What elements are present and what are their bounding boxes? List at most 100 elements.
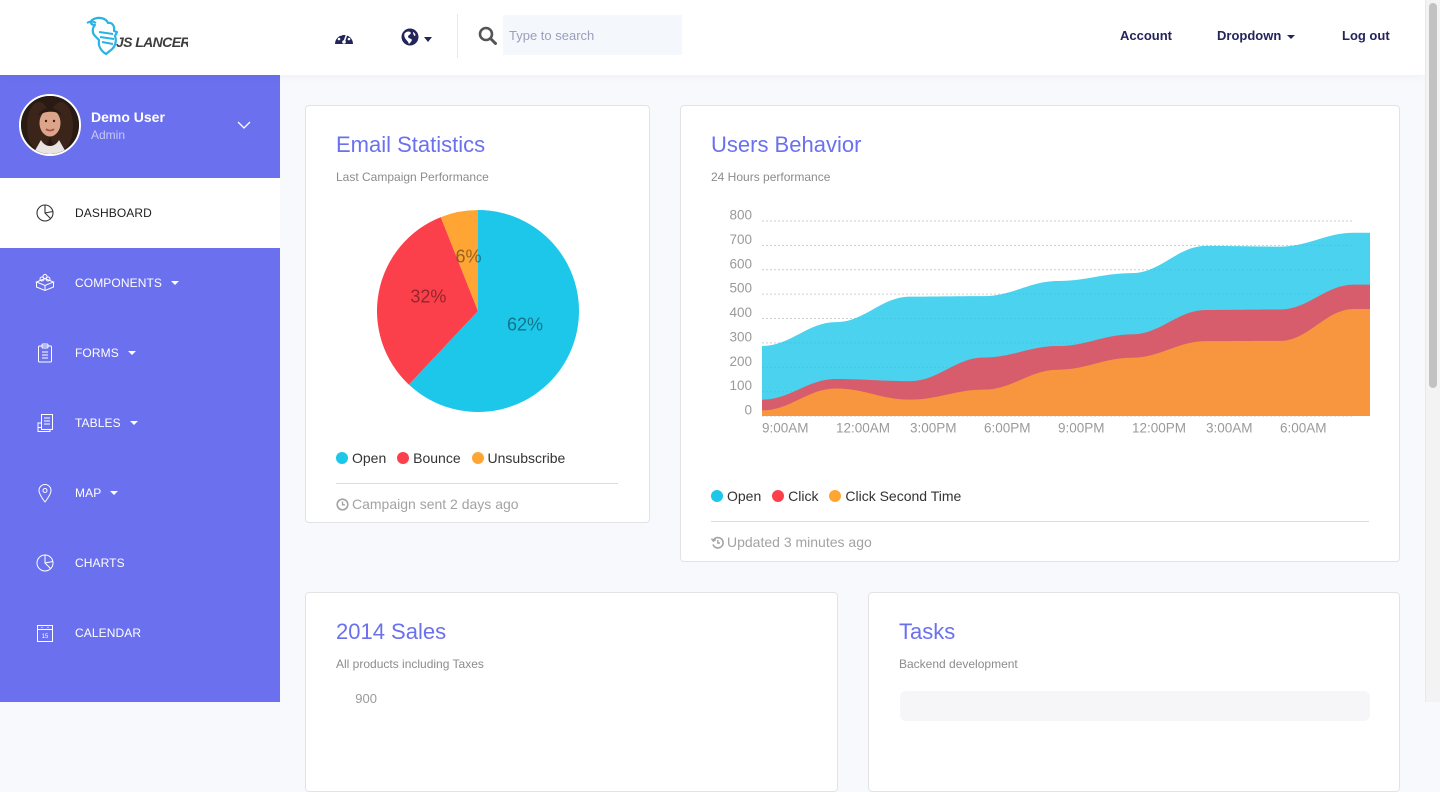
sidebar-item-dashboard[interactable]: DASHBOARD [0,178,280,248]
top-header: JS LANCER Account Dropdown Log out [0,0,1425,75]
card-subtitle: Backend development [899,657,1018,671]
pie-chart-icon [36,554,54,572]
sidebar-item-charts[interactable]: CHARTS [0,528,280,598]
y-axis-tick-label: 100 [729,378,752,393]
x-axis-tick-label: 12:00AM [836,421,890,436]
caret-down-icon [127,350,136,355]
dropdown-menu-toggle[interactable]: Dropdown [1217,27,1296,45]
card-subtitle: Last Campaign Performance [336,170,489,184]
y-axis-tick-label: 800 [729,208,752,223]
sidebar-item-calendar[interactable]: 15 CALENDAR [0,598,280,668]
caret-down-icon [171,280,180,285]
sidebar-item-forms[interactable]: FORMS [0,318,280,388]
map-pin-icon [38,484,52,503]
y-axis-tick-label: 300 [729,329,752,344]
sidebar: Demo User Admin DASHBOARD COMPONENTS FOR… [0,75,280,702]
user-name: Demo User [91,109,165,125]
globe-icon[interactable] [401,28,419,46]
legend-dot [397,452,410,464]
calendar-day-text: 15 [42,634,49,640]
clock-icon [336,498,349,511]
dashboard-gauge-icon[interactable] [334,29,354,45]
logout-link[interactable]: Log out [1342,27,1390,45]
scrollbar-thumb[interactable] [1429,3,1437,388]
legend-label: Open [727,488,762,504]
legend-dot [471,452,484,464]
legend-item-click-second-time: Click Second Time [829,486,961,506]
header-divider [457,14,458,58]
y-axis-tick-label: 500 [729,281,752,296]
sidebar-item-label: CALENDAR [75,626,142,640]
sidebar-item-label: MAP [75,485,119,501]
chart-legend: Open Bounce Unsubscribe [336,448,572,468]
card-divider [711,521,1369,522]
pie-label-open: 62% [507,315,543,335]
footer-text: Updated 3 minutes ago [727,534,872,550]
sidebar-item-text: COMPONENTS [75,276,163,290]
page-scrollbar[interactable] [1425,0,1440,702]
email-statistics-card: Email Statistics Last Campaign Performan… [305,105,650,523]
sidebar-item-text: TABLES [75,416,121,430]
logout-label: Log out [1342,28,1390,43]
y-axis-tick-label: 400 [729,305,752,320]
sidebar-item-tables[interactable]: TABLES [0,388,280,458]
y-axis-tick-label: 0 [744,403,752,418]
account-label: Account [1120,28,1172,43]
card-title: 2014 Sales [336,619,447,644]
legend-label: Bounce [413,450,461,466]
sidebar-item-map[interactable]: MAP [0,458,280,528]
sidebar-item-text: FORMS [75,346,119,360]
pie-label-unsubscribe: 6% [456,246,482,266]
legend-item-bounce: Bounce [397,448,461,468]
user-profile: Demo User Admin [0,75,280,178]
legend-item-unsubscribe: Unsubscribe [471,448,566,468]
sidebar-item-label: TABLES [75,415,138,431]
x-axis-tick-label: 3:00PM [910,421,957,436]
sidebar-item-label: DASHBOARD [75,206,152,220]
caret-down-icon [129,420,138,425]
caret-down-icon[interactable] [424,37,432,42]
tasks-card: Tasks Backend development [868,592,1400,792]
sales-card: 2014 Sales All products including Taxes … [305,592,838,792]
sidebar-item-components[interactable]: COMPONENTS [0,248,280,318]
chevron-down-icon[interactable] [236,120,252,130]
y-axis-tick-label: 700 [729,232,752,247]
card-title: Email Statistics [336,132,486,157]
avatar-photo-icon [21,96,79,154]
sidebar-item-label: CHARTS [75,556,125,570]
footer-text: Campaign sent 2 days ago [352,496,519,512]
search-input[interactable] [503,15,682,55]
pie-chart-icon [36,204,54,222]
y-axis-tick-label: 200 [729,354,752,369]
x-axis-tick-label: 9:00PM [1058,421,1105,436]
x-axis-tick-label: 6:00PM [984,421,1031,436]
y-axis-tick-label: 900 [355,691,377,706]
y-axis-tick-label: 600 [729,256,752,271]
card-footer: Updated 3 minutes ago [710,532,872,552]
x-axis-tick-label: 9:00AM [762,421,809,436]
logo[interactable]: JS LANCER [84,14,192,58]
account-link[interactable]: Account [1120,27,1172,45]
email-pie-chart: 62% 32% 6% [377,210,579,412]
card-title: Tasks [899,619,956,644]
cubes-icon [35,274,55,292]
search-icon[interactable] [478,26,497,45]
legend-label: Unsubscribe [487,450,566,466]
legend-dot [336,452,348,464]
avatar[interactable] [19,94,81,156]
table-doc-icon [37,414,53,432]
legend-dot [829,490,842,502]
legend-item-open: Open [336,448,386,468]
task-list-item[interactable] [900,691,1370,721]
legend-label: Click [788,488,819,504]
legend-dot [711,490,723,502]
caret-down-icon [1287,34,1296,39]
legend-item-open: Open [711,486,761,506]
caret-down-icon [110,490,119,495]
calendar-icon: 15 [37,625,53,642]
x-axis-tick-label: 3:00AM [1206,421,1253,436]
legend-dot [772,490,785,502]
card-footer: Campaign sent 2 days ago [336,494,519,514]
users-behavior-card: Users Behavior 24 Hours performance 0 100… [680,105,1400,562]
legend-item-click: Click [772,486,818,506]
